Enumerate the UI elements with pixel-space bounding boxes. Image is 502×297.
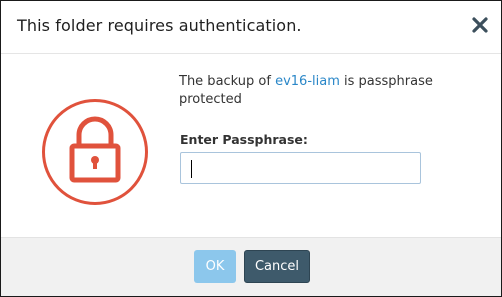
- authentication-dialog: This folder requires authentication. The…: [0, 0, 502, 297]
- dialog-body: The backup of ev16-liam is passphrase pr…: [1, 54, 501, 237]
- dialog-footer: OK Cancel: [1, 237, 501, 296]
- ok-button[interactable]: OK: [194, 250, 236, 283]
- passphrase-label: Enter Passphrase:: [180, 132, 308, 147]
- passphrase-input[interactable]: [180, 152, 421, 184]
- message-prefix: The backup of: [179, 74, 276, 89]
- backup-name-link[interactable]: ev16-liam: [275, 74, 340, 89]
- cancel-button[interactable]: Cancel: [244, 250, 310, 283]
- protection-message: The backup of ev16-liam is passphrase pr…: [179, 73, 479, 109]
- dialog-title: This folder requires authentication.: [17, 16, 302, 35]
- dialog-header: This folder requires authentication.: [1, 1, 501, 54]
- text-caret: [191, 160, 192, 178]
- lock-icon: [41, 98, 149, 206]
- close-icon[interactable]: [469, 14, 491, 36]
